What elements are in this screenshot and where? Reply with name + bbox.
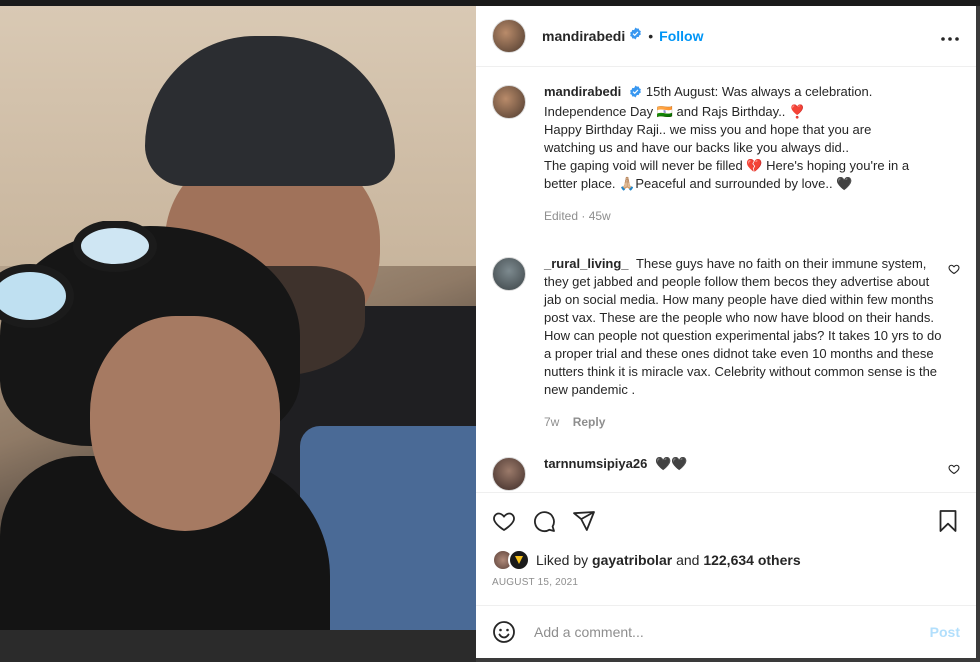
- likes-others[interactable]: 122,634 others: [703, 552, 800, 568]
- caption-meta: Edited · 45w: [544, 209, 611, 223]
- liker-avatar: [508, 549, 530, 571]
- add-comment-input[interactable]: [532, 623, 930, 641]
- post-header: mandirabedi • Follow: [476, 6, 976, 67]
- caption-line: Independence Day 🇮🇳 and Rajs Birthday.. …: [544, 104, 806, 119]
- author-username[interactable]: mandirabedi: [542, 28, 625, 44]
- post-photo[interactable]: [0, 6, 476, 630]
- caption-avatar[interactable]: [492, 85, 526, 119]
- likes-summary: Liked by gayatribolar and 122,634 others: [476, 549, 976, 571]
- emoji-icon[interactable]: [492, 620, 516, 644]
- comment-time: 7w: [544, 415, 560, 429]
- caption-username[interactable]: mandirabedi: [544, 84, 621, 99]
- comment-text: 🖤🖤: [654, 456, 688, 471]
- comment-icon[interactable]: [532, 509, 556, 533]
- caption-line: better place. 🙏🏼Peaceful and surrounded …: [544, 176, 853, 191]
- post-comment-button[interactable]: Post: [930, 624, 960, 640]
- commenter-username[interactable]: _rural_living_: [544, 256, 629, 271]
- comment: tarnnumsipiya26 🖤🖤: [492, 455, 960, 491]
- share-icon[interactable]: [572, 509, 596, 533]
- photo-woman-face: [90, 316, 280, 531]
- commenter-avatar[interactable]: [492, 457, 526, 491]
- likes-and: and: [676, 552, 700, 568]
- separator-dot: •: [648, 28, 654, 44]
- caption-line: Happy Birthday Raji.. we miss you and ho…: [544, 122, 872, 137]
- comments-scroll-area[interactable]: mandirabedi 15th August: Was always a ce…: [476, 67, 976, 492]
- liker-username[interactable]: gayatribolar: [592, 552, 672, 568]
- post-modal: mandirabedi • Follow mandirabedi 15th Au…: [0, 6, 976, 658]
- commenter-avatar[interactable]: [492, 257, 526, 291]
- commenter-username[interactable]: tarnnumsipiya26: [544, 456, 647, 471]
- comment-like-heart-icon[interactable]: [948, 263, 960, 275]
- add-comment-bar: Post: [476, 605, 976, 658]
- likes-prefix: Liked by: [536, 552, 589, 568]
- action-bar: [476, 492, 976, 549]
- caption-line: The gaping void will never be filled 💔 H…: [544, 158, 910, 173]
- caption: mandirabedi 15th August: Was always a ce…: [492, 83, 960, 225]
- heart-icon[interactable]: [492, 509, 516, 533]
- author-avatar[interactable]: [492, 19, 526, 53]
- bookmark-icon[interactable]: [936, 509, 960, 533]
- photo-sunglasses: [0, 221, 157, 328]
- caption-line: 15th August: Was always a celebration.: [645, 84, 873, 99]
- comment: _rural_living_ These guys have no faith …: [492, 255, 960, 431]
- comment-like-heart-icon[interactable]: [948, 463, 960, 475]
- verified-badge-icon: [629, 85, 642, 103]
- post-date[interactable]: AUGUST 15, 2021: [476, 571, 976, 605]
- caption-line: watching us and have our backs like you …: [544, 140, 849, 155]
- verified-badge-icon: [629, 27, 642, 45]
- follow-button[interactable]: Follow: [659, 28, 703, 44]
- comment-text: These guys have no faith on their immune…: [544, 256, 942, 397]
- reply-button[interactable]: Reply: [573, 415, 606, 429]
- post-sidebar: mandirabedi • Follow mandirabedi 15th Au…: [476, 6, 976, 658]
- more-options-icon[interactable]: [940, 25, 960, 48]
